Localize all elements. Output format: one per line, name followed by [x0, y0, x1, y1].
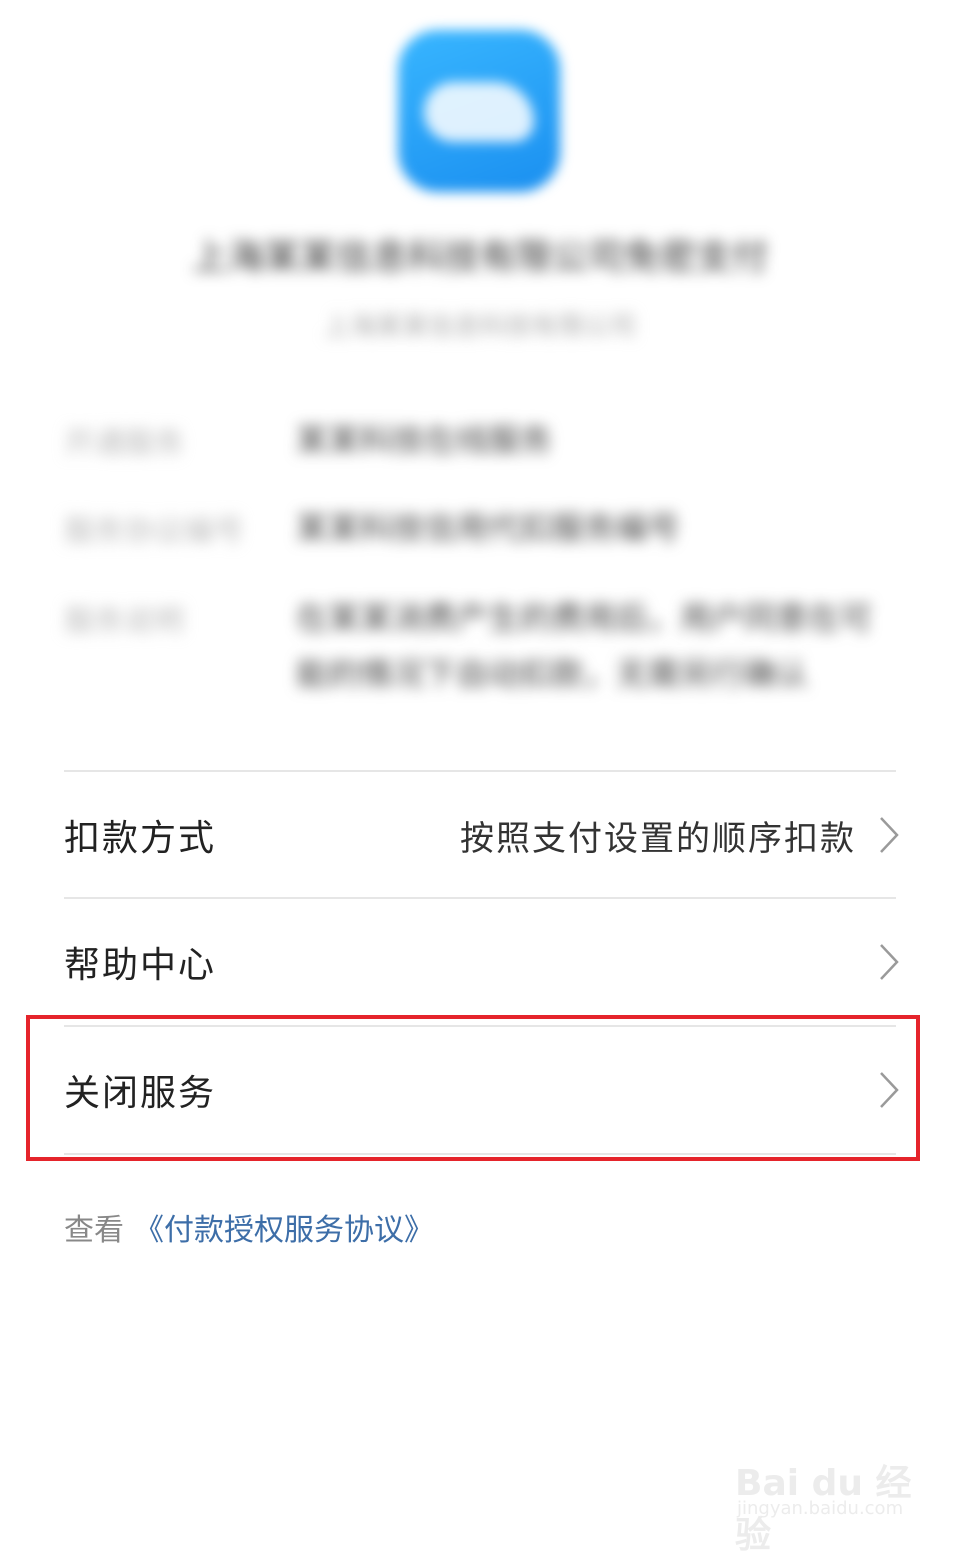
info-value: 某某科技信用代扣服务编号 — [296, 509, 681, 547]
info-label: 服务协议编号 — [64, 514, 244, 549]
cloud-icon — [424, 82, 534, 142]
agreement-line: 查看 《付款授权服务协议》 — [64, 1205, 434, 1249]
menu-item-deduction-method[interactable]: 扣款方式 按照支付设置的顺序扣款 — [64, 772, 900, 898]
menu-label: 帮助中心 — [64, 945, 217, 986]
info-value: 在某某消费产生的费用后，用户同意在可能的情况下自动扣款，无需另行确认 — [296, 599, 873, 693]
info-label: 开通服务 — [64, 426, 184, 461]
highlight-box — [26, 1015, 920, 1161]
menu-value: 按照支付设置的顺序扣款 — [460, 818, 856, 859]
agreement-prefix: 查看 — [64, 1213, 124, 1248]
agreement-link[interactable]: 《付款授权服务协议》 — [134, 1213, 434, 1248]
watermark-url: jingyan.baidu.com — [737, 1498, 904, 1519]
menu-item-help-center[interactable]: 帮助中心 — [64, 899, 900, 1025]
app-logo-icon — [398, 30, 560, 192]
chevron-right-icon — [880, 944, 899, 980]
chevron-right-icon — [880, 817, 899, 853]
watermark-logo: Bai du 经验 jingyan.baidu.com — [735, 1440, 915, 1556]
merchant-subtitle: 上海某某信息科技有限公司 — [323, 312, 636, 342]
merchant-name: 上海某某信息科技有限公司免密支付 — [191, 237, 768, 278]
info-value: 某某科技在线服务 — [296, 421, 553, 459]
info-label: 服务说明 — [64, 604, 184, 639]
menu-label: 扣款方式 — [64, 818, 217, 859]
